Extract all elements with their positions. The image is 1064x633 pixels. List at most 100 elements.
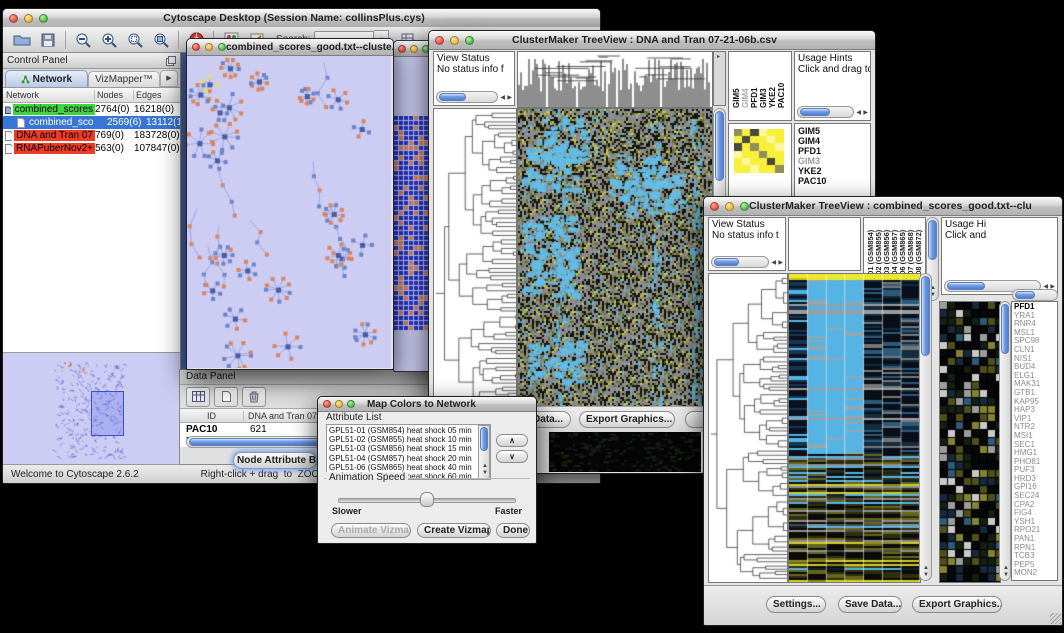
- cytoscape-titlebar[interactable]: Cytoscape Desktop (Session Name: collins…: [3, 9, 600, 28]
- list-item[interactable]: PAC10: [798, 176, 867, 186]
- network-list-empty-area[interactable]: [3, 155, 180, 352]
- zoom-button[interactable]: [39, 14, 48, 23]
- zoom-button[interactable]: [465, 36, 474, 45]
- network-row-combined-scores[interactable]: combined_scores 2764(0) 16218(0): [3, 103, 180, 116]
- tv2-save-data-button[interactable]: Save Data...: [838, 596, 902, 613]
- scroll-right-icon[interactable]: ▶: [863, 110, 868, 116]
- minimize-button[interactable]: [450, 36, 459, 45]
- zoom-button[interactable]: [347, 400, 355, 408]
- vscroll-thumb[interactable]: [921, 276, 930, 356]
- tv1-usage-hscrollbar[interactable]: [797, 106, 854, 118]
- list-item[interactable]: GPL51-04 (GSM857) heat shock 20 min: [329, 454, 488, 463]
- select-attributes-button[interactable]: [186, 387, 210, 407]
- vscroll-thumb[interactable]: [1001, 304, 1009, 354]
- resize-grip[interactable]: [1050, 613, 1061, 624]
- scroll-down-icon[interactable]: ▼: [923, 572, 929, 578]
- zoom-button[interactable]: [740, 202, 749, 211]
- tv2-heatmap-vscrollbar[interactable]: ▲ ▼: [919, 273, 932, 581]
- minimize-button[interactable]: [410, 45, 418, 53]
- col-header-network[interactable]: Network: [3, 90, 95, 100]
- close-button[interactable]: [323, 400, 331, 408]
- scroll-right-icon[interactable]: ▶: [507, 95, 512, 101]
- scroll-left-icon[interactable]: ◀: [500, 95, 505, 101]
- zoom-fit-button[interactable]: [148, 29, 174, 51]
- zoom-in-button[interactable]: [96, 29, 122, 51]
- zoom-out-button[interactable]: [70, 29, 96, 51]
- tv2-top-dendrogram-area[interactable]: [788, 217, 861, 271]
- col-header-edges[interactable]: Edges: [134, 90, 180, 100]
- tv2-zoom-vscrollbar[interactable]: ▲ ▼: [999, 301, 1011, 581]
- network-row-combined-sco-selected[interactable]: combined_sco 2569(6) 13112(15): [3, 116, 180, 129]
- node-attribute-browser-button[interactable]: Node Attribute Brows: [233, 452, 317, 469]
- save-session-button[interactable]: [35, 29, 61, 51]
- scroll-left-icon[interactable]: ◀: [856, 110, 861, 116]
- scroll-up-icon[interactable]: ▲: [923, 565, 929, 571]
- col-header-nodes[interactable]: Nodes: [95, 90, 134, 100]
- tab-overflow-button[interactable]: ▶: [160, 70, 178, 87]
- move-attribute-up-button[interactable]: ∧: [496, 434, 528, 447]
- tv2-heatmap[interactable]: [788, 273, 921, 583]
- birdseye-viewport-rect[interactable]: [91, 391, 124, 436]
- list-item[interactable]: GIM5: [798, 126, 867, 136]
- list-item[interactable]: GPL51-06 (GSM865) heat shock 40 min: [329, 463, 488, 472]
- tab-network[interactable]: Network: [5, 70, 88, 87]
- network-window-titlebar[interactable]: combined_scores_good.txt--cluste...: [187, 39, 393, 56]
- list-item[interactable]: YKE2: [798, 166, 867, 176]
- tv2-zoom-heatmap[interactable]: [939, 301, 1001, 583]
- tv1-gene-dendrogram[interactable]: [433, 108, 517, 408]
- network-row-rnapuber[interactable]: RNAPuberNov2+ 563(0) 107847(0): [3, 142, 180, 155]
- tv1-heatmap[interactable]: [517, 108, 713, 408]
- scroll-down-icon[interactable]: ▼: [482, 470, 488, 476]
- tv2-genelist-hscrollbar[interactable]: [1012, 289, 1058, 301]
- hscroll-thumb[interactable]: [947, 282, 985, 290]
- animate-vizmap-button[interactable]: Animate Vizmap: [331, 523, 411, 538]
- tv1-top-dendrogram[interactable]: [517, 51, 713, 108]
- move-attribute-down-button[interactable]: ∨: [496, 450, 528, 463]
- hscroll-thumb[interactable]: [1015, 291, 1035, 299]
- scroll-down-icon[interactable]: ▼: [1003, 572, 1009, 578]
- delete-attribute-button[interactable]: [242, 387, 266, 407]
- dialog-titlebar[interactable]: Map Colors to Network: [318, 397, 536, 412]
- col-header-id[interactable]: ID: [180, 411, 244, 421]
- list-item[interactable]: GPL51-03 (GSM856) heat shock 15 min: [329, 444, 488, 453]
- list-item[interactable]: GIM3: [798, 156, 867, 166]
- similarity-matrix[interactable]: [734, 129, 784, 173]
- scroll-left-icon[interactable]: ◀: [771, 260, 776, 266]
- scroll-up-icon[interactable]: ▲: [1003, 565, 1009, 571]
- vscroll-thumb[interactable]: [928, 220, 937, 260]
- minimize-button[interactable]: [24, 14, 33, 23]
- close-button[interactable]: [9, 14, 18, 23]
- close-button[interactable]: [710, 202, 719, 211]
- treeview1-titlebar[interactable]: ClusterMaker TreeView : DNA and Tran 07-…: [429, 31, 875, 50]
- minimize-button[interactable]: [725, 202, 734, 211]
- network-row-dna-tran[interactable]: DNA and Tran 07 769(0) 183728(0): [3, 129, 180, 142]
- scroll-up-icon[interactable]: ▲: [482, 463, 488, 469]
- new-attribute-button[interactable]: [214, 387, 238, 407]
- tv2-settings-button[interactable]: Settings...: [766, 596, 826, 613]
- zoom-selected-button[interactable]: [122, 29, 148, 51]
- scroll-right-icon[interactable]: ▶: [778, 260, 783, 266]
- hscroll-thumb[interactable]: [439, 93, 466, 101]
- treeview2-titlebar[interactable]: ClusterMaker TreeView : combined_scores_…: [704, 197, 1062, 216]
- birdseye-view[interactable]: [3, 352, 180, 465]
- tv1-export-graphics-button[interactable]: Export Graphics...: [579, 411, 675, 428]
- attribute-list-vscrollbar[interactable]: ▲ ▼: [478, 425, 490, 479]
- tv1-status-hscrollbar[interactable]: [436, 91, 498, 103]
- vscroll-thumb[interactable]: [715, 111, 724, 181]
- network-canvas[interactable]: [187, 56, 391, 368]
- minimize-button[interactable]: [205, 43, 213, 51]
- list-item[interactable]: GPL51-01 (GSM854) heat shock 05 min: [329, 426, 488, 435]
- close-button[interactable]: [398, 45, 406, 53]
- done-button[interactable]: Done: [496, 523, 530, 538]
- hscroll-thumb[interactable]: [714, 258, 739, 266]
- float-panel-icon[interactable]: [166, 56, 176, 66]
- vscroll-thumb[interactable]: [480, 427, 488, 451]
- list-item[interactable]: GPL51-02 (GSM855) heat shock 10 min: [329, 435, 488, 444]
- create-vizmap-button[interactable]: Create Vizmap: [417, 523, 491, 538]
- list-item[interactable]: PFD1: [798, 146, 867, 156]
- hscroll-thumb[interactable]: [800, 108, 830, 116]
- speed-slider-thumb[interactable]: [420, 492, 434, 507]
- minimize-button[interactable]: [335, 400, 343, 408]
- tv2-gene-list[interactable]: PFD1YRA1RNR4MSL1SPC98CLN1NIS1BUD4ELG1MAK…: [1011, 301, 1058, 581]
- tv2-status-hscrollbar[interactable]: [711, 256, 769, 268]
